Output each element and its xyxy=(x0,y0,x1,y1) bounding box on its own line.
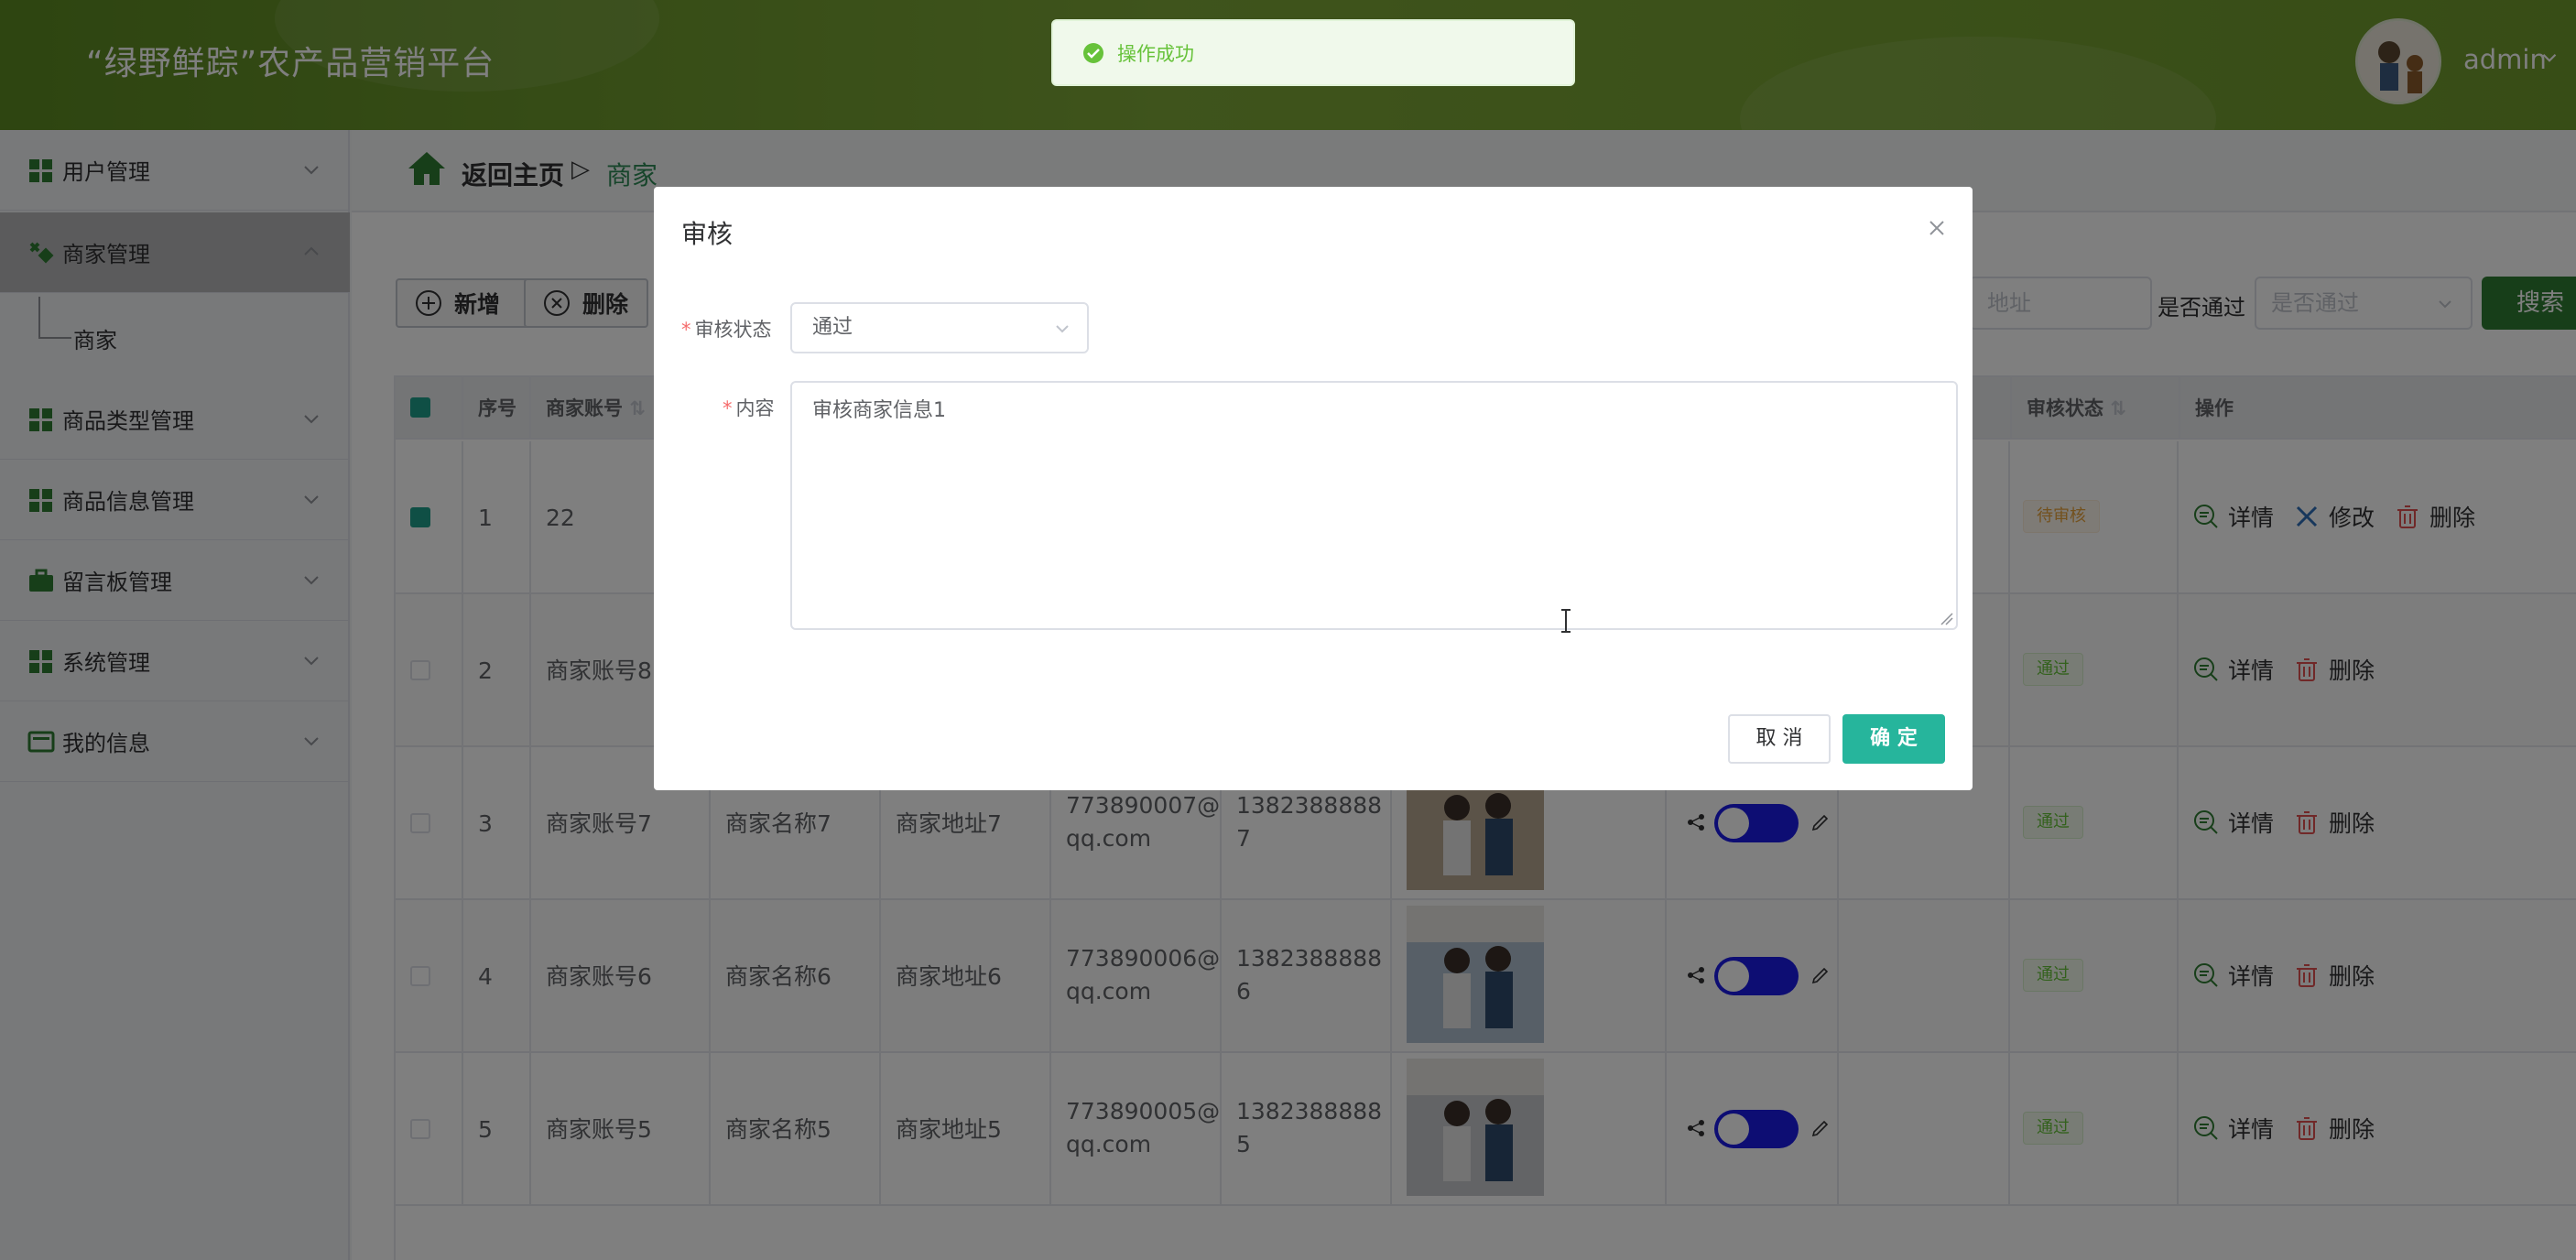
success-toast: 操作成功 xyxy=(1051,19,1575,86)
check-circle-icon xyxy=(1083,42,1103,63)
review-dialog: 审核 * 审核状态 通过 * 内容 审核商家信息1 取 消 确 定 xyxy=(654,187,1973,790)
confirm-button[interactable]: 确 定 xyxy=(1842,714,1945,764)
dialog-title: 审核 xyxy=(681,219,734,249)
required-mark: * xyxy=(681,319,691,341)
content-label: * 内容 xyxy=(723,394,775,421)
content-label-text: 内容 xyxy=(735,397,775,419)
chevron-down-icon xyxy=(1056,325,1069,333)
review-status-select[interactable]: 通过 xyxy=(790,302,1089,353)
review-status-value: 通过 xyxy=(812,316,853,339)
status-label-text: 审核状态 xyxy=(694,319,772,341)
status-label: * 审核状态 xyxy=(681,315,772,342)
content-textarea[interactable]: 审核商家信息1 xyxy=(790,381,1958,630)
cancel-button[interactable]: 取 消 xyxy=(1728,714,1831,764)
required-mark: * xyxy=(723,397,733,419)
toast-message: 操作成功 xyxy=(1117,42,1194,65)
text-cursor-icon xyxy=(1561,609,1571,633)
close-icon[interactable] xyxy=(1925,216,1949,240)
resize-handle-icon[interactable] xyxy=(1940,612,1954,626)
